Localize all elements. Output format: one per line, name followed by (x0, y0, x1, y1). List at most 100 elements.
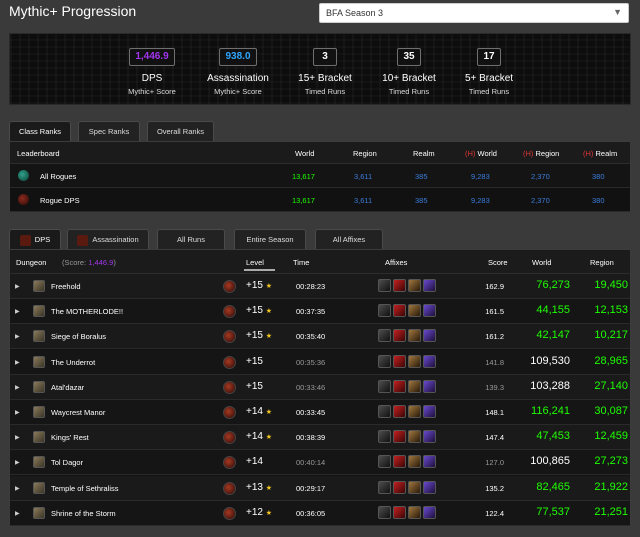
awakened-affix-icon[interactable] (423, 430, 436, 444)
dungeon-icon (33, 431, 45, 444)
fortified-affix-icon[interactable] (378, 455, 391, 469)
bolstering-affix-icon[interactable] (393, 354, 406, 368)
grievous-affix-icon[interactable] (408, 354, 421, 368)
dungeon-name[interactable]: Shrine of the Storm (51, 509, 116, 518)
bolstering-affix-icon[interactable] (393, 405, 406, 418)
dungeon-name[interactable]: Freehold (51, 282, 81, 291)
grievous-affix-icon[interactable] (408, 505, 421, 519)
sort-indicator (244, 269, 275, 271)
dungeon-name[interactable]: Temple of Sethraliss (51, 484, 119, 493)
fortified-affix-icon[interactable] (378, 480, 391, 494)
col-score[interactable]: Score (488, 258, 508, 267)
dungeon-row[interactable]: ▶ Temple of Sethraliss +13 ★ 00:29:17 135.2 8… (10, 475, 630, 501)
grievous-affix-icon[interactable] (408, 379, 421, 393)
dungeon-name[interactable]: Tol Dagor (51, 458, 83, 467)
awakened-affix-icon[interactable] (423, 304, 436, 318)
key-level: +15 ★ (246, 280, 272, 291)
season-select[interactable]: BFA Season 3 ▼ (319, 3, 629, 23)
dungeon-row[interactable]: ▶ Atal'dazar +15 00:33:46 139.3 103,288 27,140 (10, 374, 630, 400)
bolstering-affix-icon[interactable] (393, 455, 406, 469)
dps-role-icon (18, 194, 29, 205)
leaderboard-row-all-rogues[interactable]: All Rogues 13,617 3,611 385 9,283 2,370 … (10, 164, 630, 188)
bolstering-affix-icon[interactable] (393, 480, 406, 494)
grievous-affix-icon[interactable] (408, 304, 421, 318)
expand-icon[interactable]: ▶ (15, 485, 20, 492)
score-value: 1,446.9 (88, 258, 114, 267)
dungeon-row[interactable]: ▶ Waycrest Manor +14 ★ 00:33:45 148.1 116,241… (10, 400, 630, 425)
dungeon-name[interactable]: Siege of Boralus (51, 332, 106, 341)
dungeon-name[interactable]: The Underrot (51, 358, 95, 367)
leaderboard-row-rogue-dps[interactable]: Rogue DPS 13,617 3,611 385 9,283 2,370 3… (10, 188, 630, 212)
bolstering-affix-icon[interactable] (393, 430, 406, 444)
fortified-affix-icon[interactable] (378, 430, 391, 444)
tab-all-affixes[interactable]: All Affixes (315, 229, 383, 249)
dungeon-row[interactable]: ▶ Tol Dagor +14 00:40:14 127.0 100,865 27,273 (10, 450, 630, 476)
awakened-affix-icon[interactable] (423, 329, 436, 343)
fortified-affix-icon[interactable] (378, 505, 391, 519)
world-rank: 76,273 (536, 279, 570, 291)
col-region[interactable]: Region (590, 258, 614, 267)
awakened-affix-icon[interactable] (423, 279, 436, 292)
awakened-affix-icon[interactable] (423, 480, 436, 494)
expand-icon[interactable]: ▶ (15, 510, 20, 517)
key-level: +14 (246, 456, 263, 467)
fortified-affix-icon[interactable] (378, 405, 391, 418)
expand-icon[interactable]: ▶ (15, 308, 20, 315)
fortified-affix-icon[interactable] (378, 329, 391, 343)
dungeon-row[interactable]: ▶ Freehold +15 ★ 00:28:23 162.9 76,273 19,450 (10, 274, 630, 299)
bolstering-affix-icon[interactable] (393, 279, 406, 292)
expand-icon[interactable]: ▶ (15, 459, 20, 466)
bolstering-affix-icon[interactable] (393, 505, 406, 519)
awakened-affix-icon[interactable] (423, 505, 436, 519)
awakened-affix-icon[interactable] (423, 379, 436, 393)
timed-star-icon: ★ (265, 333, 273, 341)
fortified-affix-icon[interactable] (378, 279, 391, 292)
dungeon-row[interactable]: ▶ Siege of Boralus +15 ★ 00:35:40 161.2 42,14… (10, 324, 630, 350)
dungeon-name[interactable]: The MOTHERLODE!! (51, 307, 123, 316)
expand-icon[interactable]: ▶ (15, 283, 20, 290)
stat-value: 35 (397, 48, 421, 66)
dungeon-name[interactable]: Waycrest Manor (51, 408, 105, 417)
awakened-affix-icon[interactable] (423, 405, 436, 418)
grievous-affix-icon[interactable] (408, 279, 421, 292)
grievous-affix-icon[interactable] (408, 480, 421, 494)
spec-icon (223, 431, 236, 445)
tab-entire-season[interactable]: Entire Season (234, 229, 306, 249)
dungeon-name[interactable]: Atal'dazar (51, 383, 84, 392)
bolstering-affix-icon[interactable] (393, 329, 406, 343)
awakened-affix-icon[interactable] (423, 455, 436, 469)
grievous-affix-icon[interactable] (408, 430, 421, 444)
tab-all-runs[interactable]: All Runs (157, 229, 225, 249)
fortified-affix-icon[interactable] (378, 354, 391, 368)
expand-icon[interactable]: ▶ (15, 333, 20, 340)
dungeon-row[interactable]: ▶ Kings' Rest +14 ★ 00:38:39 147.4 47,453 12,4… (10, 425, 630, 451)
fortified-affix-icon[interactable] (378, 304, 391, 318)
grievous-affix-icon[interactable] (408, 455, 421, 469)
tab-dps[interactable]: DPS (9, 229, 61, 249)
tab-label: Assassination (92, 235, 139, 244)
col-world[interactable]: World (532, 258, 551, 267)
awakened-affix-icon[interactable] (423, 354, 436, 368)
expand-icon[interactable]: ▶ (15, 434, 20, 441)
col-level[interactable]: Level (246, 258, 264, 267)
expand-icon[interactable]: ▶ (15, 409, 20, 416)
tab-overall-ranks[interactable]: Overall Ranks (147, 121, 214, 141)
rank-region: 3,611 (354, 196, 373, 205)
bolstering-affix-icon[interactable] (393, 304, 406, 318)
tab-class-ranks[interactable]: Class Ranks (9, 121, 71, 141)
bolstering-affix-icon[interactable] (393, 379, 406, 393)
dungeon-row[interactable]: ▶ The Underrot +15 00:35:36 141.8 109,530 28,9… (10, 349, 630, 375)
dungeon-name[interactable]: Kings' Rest (51, 433, 89, 442)
fortified-affix-icon[interactable] (378, 379, 391, 393)
grievous-affix-icon[interactable] (408, 329, 421, 343)
stat-10-bracket: 35 10+ Bracket Timed Runs (364, 46, 454, 96)
expand-icon[interactable]: ▶ (15, 359, 20, 366)
expand-icon[interactable]: ▶ (15, 384, 20, 391)
tab-spec-ranks[interactable]: Spec Ranks (78, 121, 140, 141)
col-time[interactable]: Time (293, 258, 309, 267)
tab-assassination[interactable]: Assassination (67, 229, 149, 249)
dungeon-row[interactable]: ▶ Shrine of the Storm +12 ★ 00:36:05 122.4 77… (10, 500, 630, 526)
run-score: 148.1 (485, 408, 504, 417)
grievous-affix-icon[interactable] (408, 405, 421, 418)
dungeon-row[interactable]: ▶ The MOTHERLODE!! +15 ★ 00:37:35 161.5 44,15… (10, 299, 630, 325)
